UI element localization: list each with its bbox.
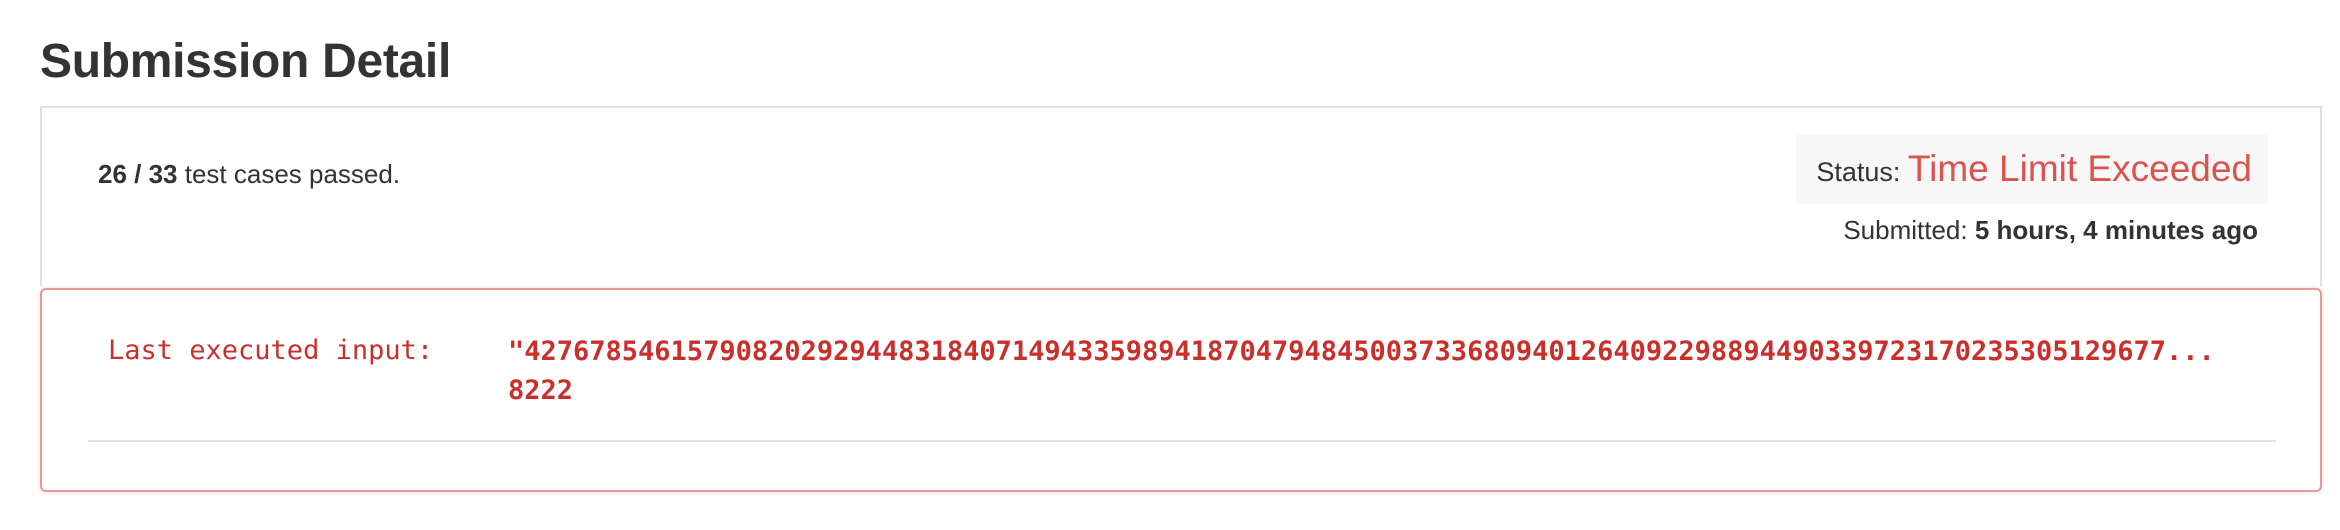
last-executed-input-label: Last executed input: [108, 335, 434, 366]
test-cases-summary: 26 / 33 test cases passed. [98, 156, 400, 192]
test-cases-suffix: test cases passed. [177, 159, 401, 189]
last-executed-input-value: "427678546157908202929448318407149433598… [508, 332, 2318, 410]
status-label: Status: [1816, 157, 1908, 187]
last-executed-input-panel: Last executed input: "427678546157908202… [40, 288, 2322, 492]
passed-count: 26 [98, 159, 127, 189]
status-box: Status: Time Limit Exceeded [1796, 134, 2268, 204]
status-value[interactable]: Time Limit Exceeded [1908, 148, 2252, 189]
total-count: 33 [148, 159, 178, 189]
input-value-line-1: "427678546157908202929448318407149433598… [508, 336, 2215, 367]
submission-summary-panel: 26 / 33 test cases passed. Status: Time … [40, 106, 2322, 286]
submitted-label: Submitted: [1843, 215, 1975, 245]
page-title: Submission Detail [40, 35, 451, 88]
panel-divider [88, 440, 2276, 442]
input-value-line-2: 8222 [508, 375, 574, 406]
submitted-line: Submitted: 5 hours, 4 minutes ago [1843, 212, 2258, 248]
count-separator: / [126, 159, 149, 189]
submitted-time: 5 hours, 4 minutes ago [1974, 215, 2258, 245]
status-line: Status: Time Limit Exceeded [1816, 148, 2252, 190]
